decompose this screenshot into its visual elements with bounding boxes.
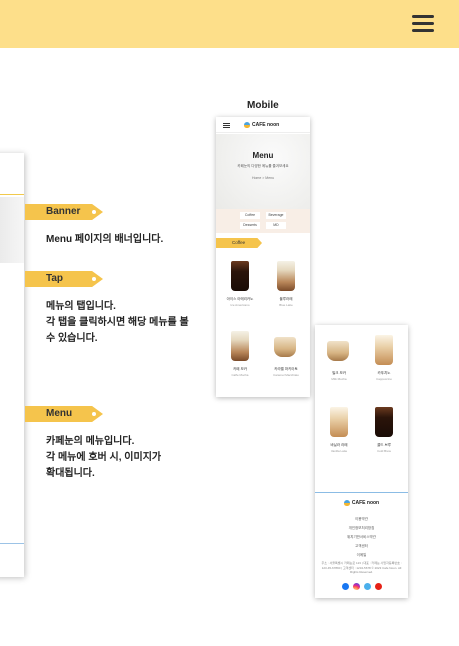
menu-item-name: 카푸치노 bbox=[377, 371, 391, 375]
menu-item-eng: Ice Americano bbox=[230, 303, 250, 307]
footer-logo: CAFE noon bbox=[315, 499, 408, 507]
youtube-icon bbox=[375, 583, 382, 590]
menu-item: 카페 모카 Caffe Mocha bbox=[218, 327, 262, 389]
menu-item: 밀크 모카 Milk Mocha bbox=[317, 331, 361, 393]
cup-logo-icon bbox=[244, 121, 250, 128]
menu-item-name: 아이스 아메리카노 bbox=[226, 297, 254, 301]
drink-image bbox=[231, 261, 249, 291]
footer-link: 이메일 bbox=[356, 553, 367, 557]
menu-item-name: 카라멜 마키아토 bbox=[274, 367, 298, 371]
footer-info: 주소 : 서울특별시 카페눈로 123 | 대표 : 카페눈 사업자등록번호 :… bbox=[321, 561, 402, 574]
menu-item-eng: Blue Latte bbox=[279, 303, 293, 307]
tap-description: 메뉴의 탭입니다. 각 탭을 클릭하시면 해당 메뉴를 볼 수 있습니다. bbox=[46, 301, 189, 344]
drink-image bbox=[274, 337, 296, 357]
footer-divider bbox=[315, 492, 408, 493]
header-divider bbox=[0, 194, 24, 195]
menu-tag: Menu bbox=[25, 406, 103, 422]
menu-item: 콜드 브루 Cold Brew bbox=[362, 403, 406, 465]
mobile-preview-top: CAFE noon Menu 카페눈의 다양한 메뉴를 즐겨보세요 Home >… bbox=[216, 117, 310, 397]
mobile-tab-md: MD bbox=[266, 222, 286, 229]
banner-preview bbox=[0, 197, 24, 263]
menu-item-eng: Milk Mocha bbox=[331, 377, 347, 381]
menu-item-eng: Cold Brew bbox=[377, 449, 391, 453]
menu-item-eng: Cappuccino bbox=[376, 377, 392, 381]
menu-item: 아이스 아메리카노 Ice Americano bbox=[218, 257, 262, 319]
mobile-logo: CAFE noon bbox=[244, 120, 279, 130]
desktop-preview bbox=[0, 153, 24, 577]
mobile-breadcrumb: Home > Menu bbox=[251, 176, 275, 180]
top-bar bbox=[0, 0, 459, 48]
banner-description: Menu 페이지의 배너입니다. bbox=[46, 234, 164, 245]
mobile-tab-beverage: Beverage bbox=[266, 212, 286, 219]
cup-logo-icon bbox=[343, 499, 350, 506]
menu-item-name: 블루라떼 bbox=[279, 297, 293, 301]
mobile-tabs: Coffee Beverage Desserts MD bbox=[216, 209, 310, 233]
hamburger-icon[interactable] bbox=[412, 15, 434, 33]
menu-item-name: 콜드 브루 bbox=[377, 443, 391, 447]
mobile-tab-desserts: Desserts bbox=[240, 222, 260, 229]
menu-item-name: 밀크 모카 bbox=[332, 371, 346, 375]
menu-item: 카라멜 마키아토 Caramel Macchiato bbox=[264, 327, 308, 389]
menu-item: 블루라떼 Blue Latte bbox=[264, 257, 308, 319]
mobile-banner: Menu 카페눈의 다양한 메뉴를 즐겨보세요 Home > Menu bbox=[216, 134, 310, 216]
facebook-icon bbox=[342, 583, 349, 590]
footer-links: 이용약관 개인정보처리방침 위치기반서비스약관 고객센터 이메일 bbox=[315, 515, 408, 560]
tap-tag: Tap bbox=[25, 271, 103, 287]
drink-image bbox=[375, 335, 393, 365]
footer-link: 고객센터 bbox=[355, 544, 368, 548]
drink-image bbox=[327, 341, 349, 361]
menu-item-eng: Caffe Mocha bbox=[231, 373, 249, 377]
drink-image bbox=[375, 407, 393, 437]
menu-item: 카푸치노 Cappuccino bbox=[362, 331, 406, 393]
menu-item-name: 카페 모카 bbox=[233, 367, 247, 371]
footer-link: 위치기반서비스약관 bbox=[347, 535, 376, 539]
drink-image bbox=[231, 331, 249, 361]
mobile-hamburger-icon bbox=[223, 123, 230, 128]
menu-item-name: 바닐라 라떼 bbox=[330, 443, 348, 447]
mobile-header: CAFE noon bbox=[216, 117, 310, 133]
mobile-category-tag: Coffee bbox=[216, 238, 262, 248]
drink-image bbox=[277, 261, 295, 291]
menu-description: 카페눈의 메뉴입니다. 각 메뉴에 호버 시, 이미지가 확대됩니다. bbox=[46, 436, 162, 479]
menu-item: 바닐라 라떼 Vanilla Latte bbox=[317, 403, 361, 465]
drink-image bbox=[330, 407, 348, 437]
footer-link: 개인정보처리방침 bbox=[348, 526, 375, 530]
menu-item-eng: Caramel Macchiato bbox=[273, 373, 299, 377]
instagram-icon bbox=[353, 583, 360, 590]
social-links bbox=[342, 583, 382, 590]
banner-tag: Banner bbox=[25, 204, 103, 220]
mobile-banner-subtitle: 카페눈의 다양한 메뉴를 즐겨보세요 bbox=[237, 164, 289, 168]
mobile-tab-coffee: Coffee bbox=[240, 212, 260, 219]
twitter-icon bbox=[364, 583, 371, 590]
menu-item-eng: Vanilla Latte bbox=[330, 449, 348, 453]
footer-link: 이용약관 bbox=[355, 517, 368, 521]
mobile-preview-bottom: 밀크 모카 Milk Mocha 카푸치노 Cappuccino 바닐라 라떼 … bbox=[315, 325, 408, 598]
footer-divider bbox=[0, 543, 24, 544]
mobile-banner-title: Menu bbox=[252, 151, 274, 160]
mobile-label: Mobile bbox=[247, 100, 279, 111]
